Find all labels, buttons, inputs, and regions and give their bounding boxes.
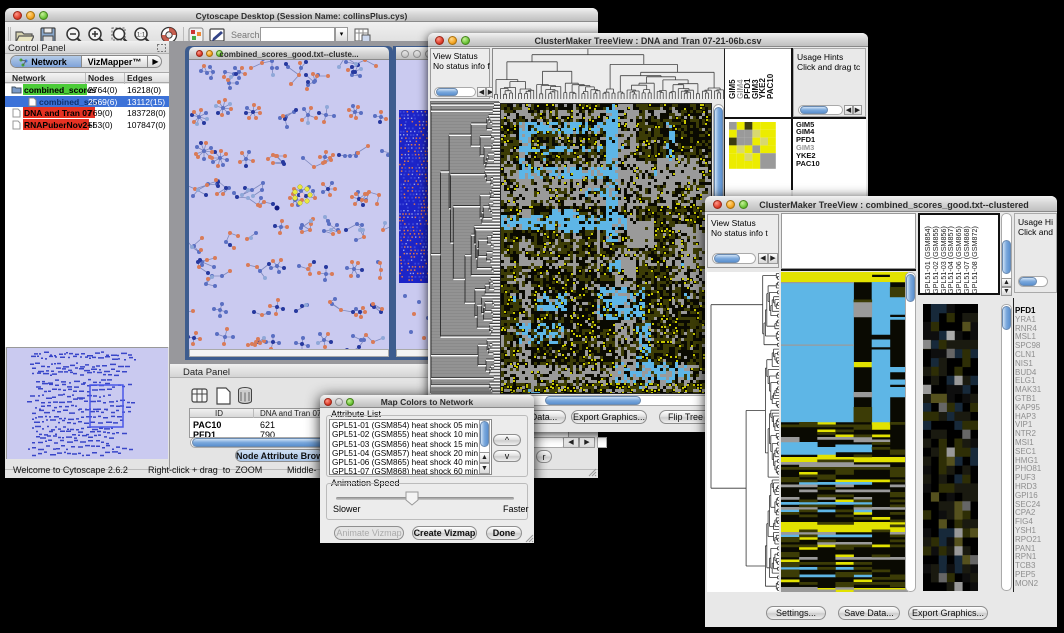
svg-text:1:1: 1:1 [137, 33, 146, 39]
